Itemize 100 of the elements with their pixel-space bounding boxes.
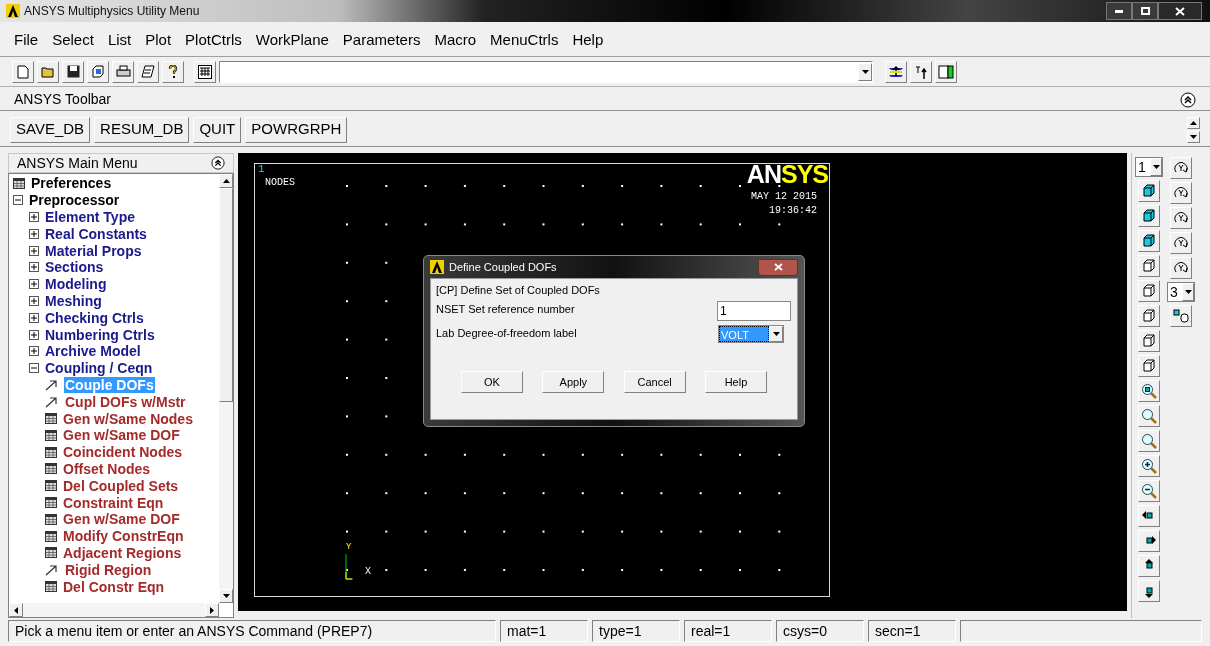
menu-item[interactable]: Real Constants	[44, 225, 148, 242]
menu-item[interactable]: Gen w/Same DOF	[62, 511, 181, 528]
expand-icon[interactable]	[29, 279, 39, 290]
menu-item[interactable]: Preprocessor	[28, 192, 121, 209]
command-input[interactable]	[219, 60, 873, 83]
minimize-button[interactable]	[1106, 2, 1132, 20]
menu-item[interactable]: Archive Model	[44, 343, 142, 360]
menu-item[interactable]: Del Constr Eqn	[62, 578, 166, 595]
rotate-button[interactable]	[1170, 232, 1192, 254]
input-field[interactable]: 1	[717, 301, 791, 321]
view-button[interactable]	[1138, 330, 1160, 352]
vertical-scrollbar[interactable]	[219, 174, 233, 603]
expand-icon[interactable]	[29, 346, 39, 357]
toolbar-button[interactable]: POWRGRPH	[245, 116, 348, 143]
open-button[interactable]	[37, 60, 59, 83]
menu-bar-item[interactable]: File	[14, 28, 39, 52]
save-button[interactable]	[62, 60, 84, 83]
keyboard-button[interactable]	[194, 60, 216, 83]
scrollbar[interactable]	[1187, 116, 1200, 143]
maximize-button[interactable]	[1132, 2, 1158, 20]
menu-bar-item[interactable]: WorkPlane	[255, 28, 329, 52]
help-button[interactable]	[162, 60, 184, 83]
menu-bar-item[interactable]: Select	[52, 28, 94, 52]
menu-item[interactable]: Del Coupled Sets	[62, 477, 180, 494]
horizontal-scrollbar[interactable]	[9, 603, 219, 617]
toolbar-button[interactable]: RESUM_DB	[94, 116, 190, 143]
caret-icon[interactable]	[858, 62, 872, 81]
menu-item[interactable]: Sections	[44, 259, 105, 276]
expand-icon[interactable]	[29, 312, 39, 323]
menu-item[interactable]: Adjacent Regions	[62, 544, 183, 561]
expand-icon[interactable]	[29, 245, 39, 256]
menu-bar-item[interactable]: MenuCtrls	[490, 28, 559, 52]
menu-item[interactable]: Preferences	[30, 175, 113, 192]
menu-item[interactable]: Checking Ctrls	[44, 309, 145, 326]
new-button[interactable]	[12, 60, 34, 83]
rotate-button[interactable]	[1170, 207, 1192, 229]
menu-item[interactable]: Rigid Region	[64, 561, 153, 578]
view-button[interactable]	[1138, 280, 1160, 302]
menu-bar-item[interactable]: Help	[572, 28, 604, 52]
collapse-icon[interactable]	[29, 363, 39, 374]
menu-item[interactable]: Constraint Eqn	[62, 494, 165, 511]
collapse-icon[interactable]	[1180, 91, 1196, 108]
close-button[interactable]	[758, 258, 798, 276]
view-button[interactable]	[1138, 305, 1160, 327]
pan-button[interactable]	[1138, 580, 1160, 602]
dialog-button[interactable]: Apply	[542, 371, 605, 393]
zoom-back-button[interactable]	[1138, 430, 1160, 452]
raise-hidden-button[interactable]	[885, 60, 907, 83]
expand-icon[interactable]	[29, 262, 39, 273]
expand-icon[interactable]	[29, 329, 39, 340]
menu-bar-item[interactable]: List	[107, 28, 132, 52]
menu-item[interactable]: Numbering Ctrls	[44, 326, 156, 343]
menu-item[interactable]: Cupl DOFs w/Mstr	[64, 393, 187, 410]
menu-item[interactable]: Gen w/Same Nodes	[62, 410, 194, 427]
collapse-icon[interactable]	[13, 195, 23, 206]
rotate-button[interactable]	[1170, 257, 1192, 279]
toolbar-button[interactable]: SAVE_DB	[10, 116, 91, 143]
view-button[interactable]	[1138, 180, 1160, 202]
zoom-box-button[interactable]	[1138, 380, 1160, 402]
expand-icon[interactable]	[29, 212, 39, 222]
menu-item[interactable]: Modify ConstrEqn	[62, 528, 185, 545]
menu-item[interactable]: Gen w/Same DOF	[62, 427, 181, 444]
rotate-button[interactable]	[1170, 182, 1192, 204]
menu-item[interactable]: Coincident Nodes	[62, 444, 183, 461]
dropdown[interactable]: 1	[1135, 157, 1163, 177]
menu-bar-item[interactable]: Parameters	[342, 28, 421, 52]
dynamic-mode-button[interactable]	[1170, 305, 1192, 327]
pan-button[interactable]	[1138, 555, 1160, 577]
menu-item[interactable]: Coupling / Ceqn	[44, 360, 154, 377]
toolbar-button[interactable]: QUIT	[193, 116, 242, 143]
collapse-icon[interactable]	[211, 156, 225, 170]
view-button[interactable]	[1138, 205, 1160, 227]
menu-bar-item[interactable]: PlotCtrls	[185, 28, 242, 52]
view-button[interactable]	[1138, 355, 1160, 377]
view-button[interactable]	[1138, 255, 1160, 277]
dialog-button[interactable]: Help	[705, 371, 767, 393]
rotate-button[interactable]	[1170, 157, 1192, 179]
menu-bar-item[interactable]: Plot	[145, 28, 172, 52]
zoom-in-button[interactable]	[1138, 455, 1160, 477]
menu-item[interactable]: Meshing	[44, 292, 103, 309]
menu-item[interactable]: Offset Nodes	[62, 460, 152, 477]
zoom-out-button[interactable]	[1138, 480, 1160, 502]
view-button[interactable]	[1138, 230, 1160, 252]
menu-item[interactable]: Material Props	[44, 242, 143, 259]
menu-item[interactable]: Element Type	[44, 209, 136, 225]
dropdown[interactable]: 3	[1167, 282, 1195, 302]
print-button[interactable]	[112, 60, 134, 83]
report-button[interactable]	[137, 60, 159, 83]
menu-bar-item[interactable]: Macro	[434, 28, 477, 52]
expand-icon[interactable]	[29, 228, 39, 239]
pan-button[interactable]	[1138, 505, 1160, 527]
magnifier-button[interactable]	[1138, 405, 1160, 427]
close-button[interactable]	[1158, 2, 1202, 20]
reset-picking-button[interactable]	[910, 60, 932, 83]
pan-button[interactable]	[1138, 530, 1160, 552]
dialog-button[interactable]: OK	[461, 371, 523, 393]
contact-manager-button[interactable]	[935, 60, 957, 83]
expand-icon[interactable]	[29, 295, 39, 306]
menu-item[interactable]: Modeling	[44, 276, 108, 293]
dialog-button[interactable]: Cancel	[623, 371, 686, 393]
